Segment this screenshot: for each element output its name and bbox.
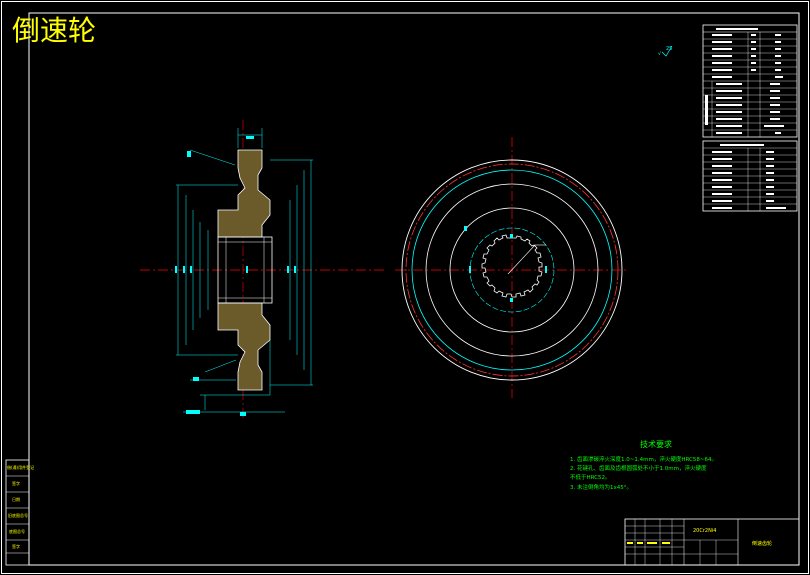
left-strip-label-5: 底图总号 (9, 528, 25, 534)
roughness-prefix: √ (658, 51, 662, 57)
tech-requirements: 技术要求 1. 齿面渗碳淬火深度1.0~1.4mm，淬火硬度HRC58~64。 … (570, 439, 717, 491)
title-block-part-name: 倒速齿轮 (752, 540, 772, 547)
left-strip-label-6: 签字 (12, 543, 20, 549)
tech-req-item-2: 2. 花键孔、齿面及齿根圆弧处不小于1.0mm，淬火硬度 (570, 464, 707, 472)
gauge-table (702, 140, 798, 212)
section-view (140, 120, 385, 420)
outer-border (1, 1, 809, 574)
left-strip-label-4: 旧底图总号 (8, 512, 28, 518)
left-strip-label-1: 借(通)用件登记 (7, 464, 34, 470)
title-block-material: 20Cr2Ni4 (693, 528, 716, 534)
drawing-title: 倒速轮 (12, 14, 96, 47)
tech-req-item-3: 不低于HRC52。 (570, 473, 611, 481)
left-strip-label-2: 签字 (12, 480, 20, 486)
roughness-symbol: √ 25 (658, 45, 672, 57)
parameter-table (702, 24, 798, 138)
title-block: 20Cr2Ni4 倒速齿轮 (624, 518, 800, 566)
tech-req-item-1: 1. 齿面渗碳淬火深度1.0~1.4mm，淬火硬度HRC58~64。 (570, 455, 717, 463)
tech-req-heading: 技术要求 (640, 439, 672, 449)
front-view (395, 137, 628, 398)
left-strip-label-3: 日期 (12, 496, 20, 502)
drawing-sheet: 倒速轮 √ 25 借(通)用件登记 签字 日期 旧底图总号 底图总号 签字 20… (1, 1, 809, 574)
left-strip-table: 借(通)用件登记 签字 日期 旧底图总号 底图总号 签字 (5, 459, 34, 566)
tech-req-item-4: 3. 未注倒角均为1x45°。 (570, 483, 632, 491)
